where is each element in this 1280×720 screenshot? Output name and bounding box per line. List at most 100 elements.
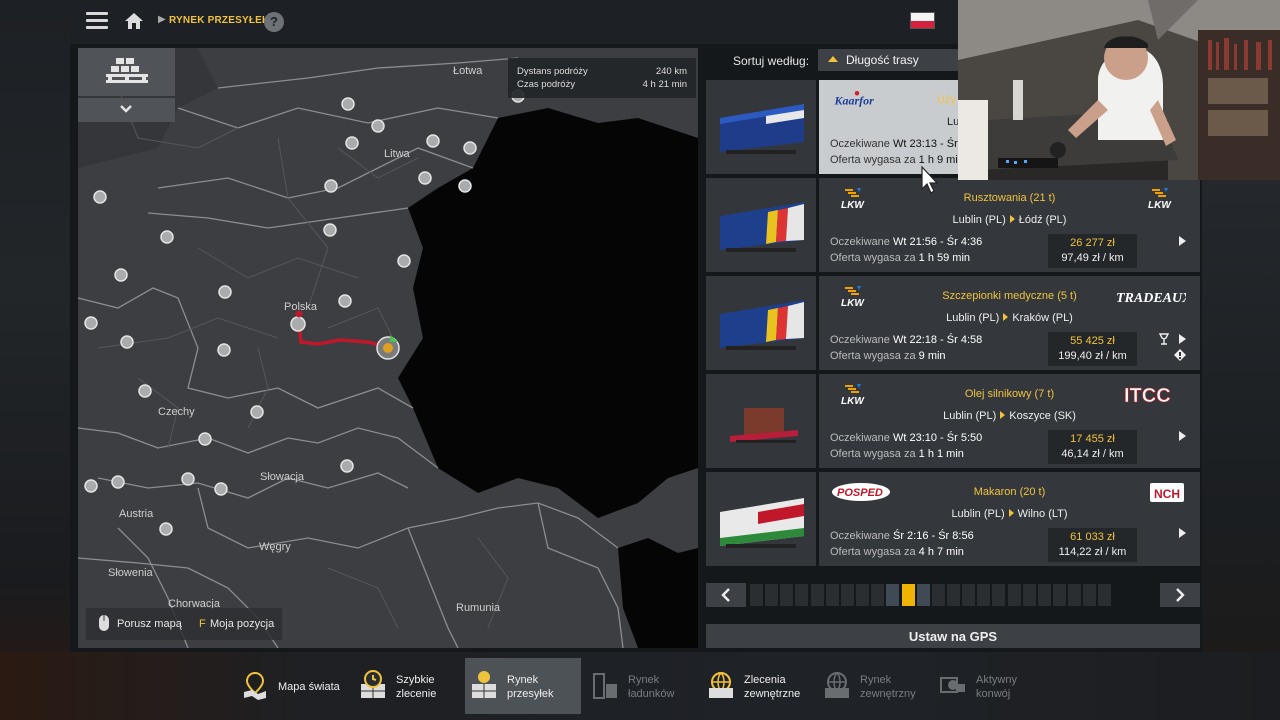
menu-icon[interactable] xyxy=(86,12,108,30)
page-segment[interactable] xyxy=(1053,584,1066,606)
page-segment[interactable] xyxy=(1068,584,1082,606)
job-card[interactable]: LKW ITCC Olej silnikowy (7 t) Lublin (PL… xyxy=(706,374,1200,468)
trailer-thumbnail xyxy=(706,178,816,272)
page-segment[interactable] xyxy=(871,584,885,606)
offer-expiry: Oferta wygasa za 4 h 7 min xyxy=(830,546,964,558)
map-expand-button[interactable] xyxy=(78,98,175,122)
page-segment[interactable] xyxy=(977,584,991,606)
distance-value: 240 km xyxy=(655,66,687,77)
mouse-cursor-icon xyxy=(921,165,939,194)
page-segment[interactable] xyxy=(750,584,763,606)
job-card-body[interactable]: POSPED NCH Makaron (20 t) Lublin (PL) Wil… xyxy=(819,472,1200,566)
page-segment[interactable] xyxy=(992,584,1006,606)
expected-time: Oczekiwane Śr 2:16 - Śr 8:56 xyxy=(830,530,974,542)
clock-box-icon xyxy=(361,670,385,698)
nav-label: Rynek zewnętrzny xyxy=(860,674,916,700)
nav-external-contracts[interactable]: Zlecenia zewnętrzne xyxy=(702,658,814,714)
webcam-overlay xyxy=(958,0,1280,180)
page-segment[interactable] xyxy=(1083,584,1097,606)
my-position-label: Moja pozycja xyxy=(210,618,275,630)
nav-freight-market[interactable]: Rynek przesyłek xyxy=(465,658,581,714)
sort-value: Długość trasy xyxy=(846,53,919,67)
expected-time: Oczekiwane Wt 23:13 - Śr xyxy=(830,138,958,150)
trailer-thumbnail xyxy=(706,374,816,468)
nav-active-convoy[interactable]: Aktywny konwój xyxy=(934,658,1044,714)
chevron-right-icon xyxy=(1176,588,1185,602)
world-map[interactable]: Dystans podróży 240 km Czas podróży 4 h 21… xyxy=(78,48,698,648)
cargo-name: Rusztowania (21 t) xyxy=(963,192,1056,204)
chevron-right-icon[interactable] xyxy=(1179,236,1186,246)
page-segment[interactable] xyxy=(886,584,900,606)
page-segment[interactable] xyxy=(856,584,870,606)
map-label-litwa: Litwa xyxy=(384,148,410,160)
job-card-body[interactable]: LKW ITCC Olej silnikowy (7 t) Lublin (PL… xyxy=(819,374,1200,468)
job-card-body[interactable]: LKW TRADEAUX Szczepionki medyczne (5 t) … xyxy=(819,276,1200,370)
page-segment[interactable] xyxy=(810,584,824,606)
page-segment[interactable] xyxy=(1037,584,1051,606)
bottom-navigation: Mapa świata Szybkie zlecenie Rynek przesył… xyxy=(236,658,1046,714)
mouse-icon xyxy=(99,615,109,631)
background-right xyxy=(1202,180,1280,720)
map-label-slowenia: Słowenia xyxy=(108,567,153,579)
chevron-right-icon[interactable] xyxy=(1179,431,1186,441)
move-map-label: Porusz mapą xyxy=(117,618,182,630)
map-layers-button[interactable] xyxy=(78,48,175,96)
page-segment[interactable] xyxy=(946,584,960,606)
next-page-button[interactable] xyxy=(1160,583,1200,607)
globe-icon xyxy=(825,672,849,698)
breadcrumb[interactable]: RYNEK PRZESYŁEK xyxy=(169,15,269,26)
pallet-icon xyxy=(106,58,148,83)
route-text: Lublin (PL) Koszyce (SK) xyxy=(943,410,1076,422)
cargo-name: Olej silnikowy (7 t) xyxy=(964,388,1055,400)
job-price: 17 455 zł 46,14 zł / km xyxy=(1048,430,1137,464)
page-segment[interactable] xyxy=(765,584,779,606)
page-segment[interactable] xyxy=(916,584,930,606)
chevron-right-icon[interactable] xyxy=(1179,528,1186,538)
page-segment[interactable] xyxy=(795,584,809,606)
sort-direction-icon xyxy=(828,56,838,62)
page-segment[interactable] xyxy=(840,584,854,606)
nav-label: Aktywny konwój xyxy=(976,674,1017,700)
page-segment[interactable] xyxy=(901,584,915,606)
sort-select[interactable]: Długość trasy xyxy=(818,49,960,71)
chevron-right-icon[interactable] xyxy=(1179,334,1186,344)
page-segment[interactable] xyxy=(1007,584,1021,606)
job-price: 26 277 zł 97,49 zł / km xyxy=(1048,234,1137,268)
nav-cargo-market[interactable]: Rynek ładunków xyxy=(586,658,698,714)
route-info-panel: Dystans podróży 240 km Czas podróży 4 h 21… xyxy=(508,58,696,98)
offer-expiry: Oferta wygasa za 9 min xyxy=(830,350,946,362)
job-card[interactable]: LKW LKW Rusztowania (21 t) Lublin (PL) Łó… xyxy=(706,178,1200,272)
map-label-wegry: Węgry xyxy=(259,541,291,553)
page-segment[interactable] xyxy=(1022,584,1036,606)
chevron-left-icon xyxy=(721,588,730,602)
expected-time: Oczekiwane Wt 23:10 - Śr 5:50 xyxy=(830,432,983,444)
kaarfor-logo-icon: Kaarfor xyxy=(834,91,874,108)
help-button[interactable]: ? xyxy=(264,12,284,32)
page-segment[interactable] xyxy=(825,584,839,606)
map-label-rumunia: Rumunia xyxy=(456,602,501,614)
route-arrow-icon xyxy=(1008,509,1014,517)
sort-label: Sortuj według: xyxy=(733,54,810,68)
page-segment[interactable] xyxy=(962,584,976,606)
page-segment[interactable] xyxy=(1098,584,1112,606)
nav-world-map[interactable]: Mapa świata xyxy=(236,658,348,714)
nav-quick-job[interactable]: Szybkie zlecenie xyxy=(354,658,464,714)
set-gps-button[interactable]: Ustaw na GPS xyxy=(706,624,1200,648)
prev-page-button[interactable] xyxy=(706,583,746,607)
fragile-glass-icon xyxy=(1158,333,1170,345)
job-card-body[interactable]: LKW LKW Rusztowania (21 t) Lublin (PL) Łó… xyxy=(819,178,1200,272)
job-card[interactable]: LKW TRADEAUX Szczepionki medyczne (5 t) … xyxy=(706,276,1200,370)
cargo-name: Makaron (20 t) xyxy=(973,486,1046,498)
trailer-thumbnail xyxy=(706,80,816,174)
page-segment[interactable] xyxy=(780,584,794,606)
globe-box-icon xyxy=(709,672,733,698)
breadcrumb-arrow-icon: ▶ xyxy=(158,14,166,25)
page-segment[interactable] xyxy=(931,584,945,606)
map-label-czechy: Czechy xyxy=(158,406,195,418)
home-icon[interactable] xyxy=(123,11,145,31)
nav-external-market[interactable]: Rynek zewnętrzny xyxy=(818,658,930,714)
map-canvas[interactable] xyxy=(78,48,698,648)
job-card[interactable]: POSPED NCH Makaron (20 t) Lublin (PL) Wil… xyxy=(706,472,1200,566)
language-flag-icon[interactable] xyxy=(910,12,935,29)
nav-label: Zlecenia zewnętrzne xyxy=(744,674,801,700)
